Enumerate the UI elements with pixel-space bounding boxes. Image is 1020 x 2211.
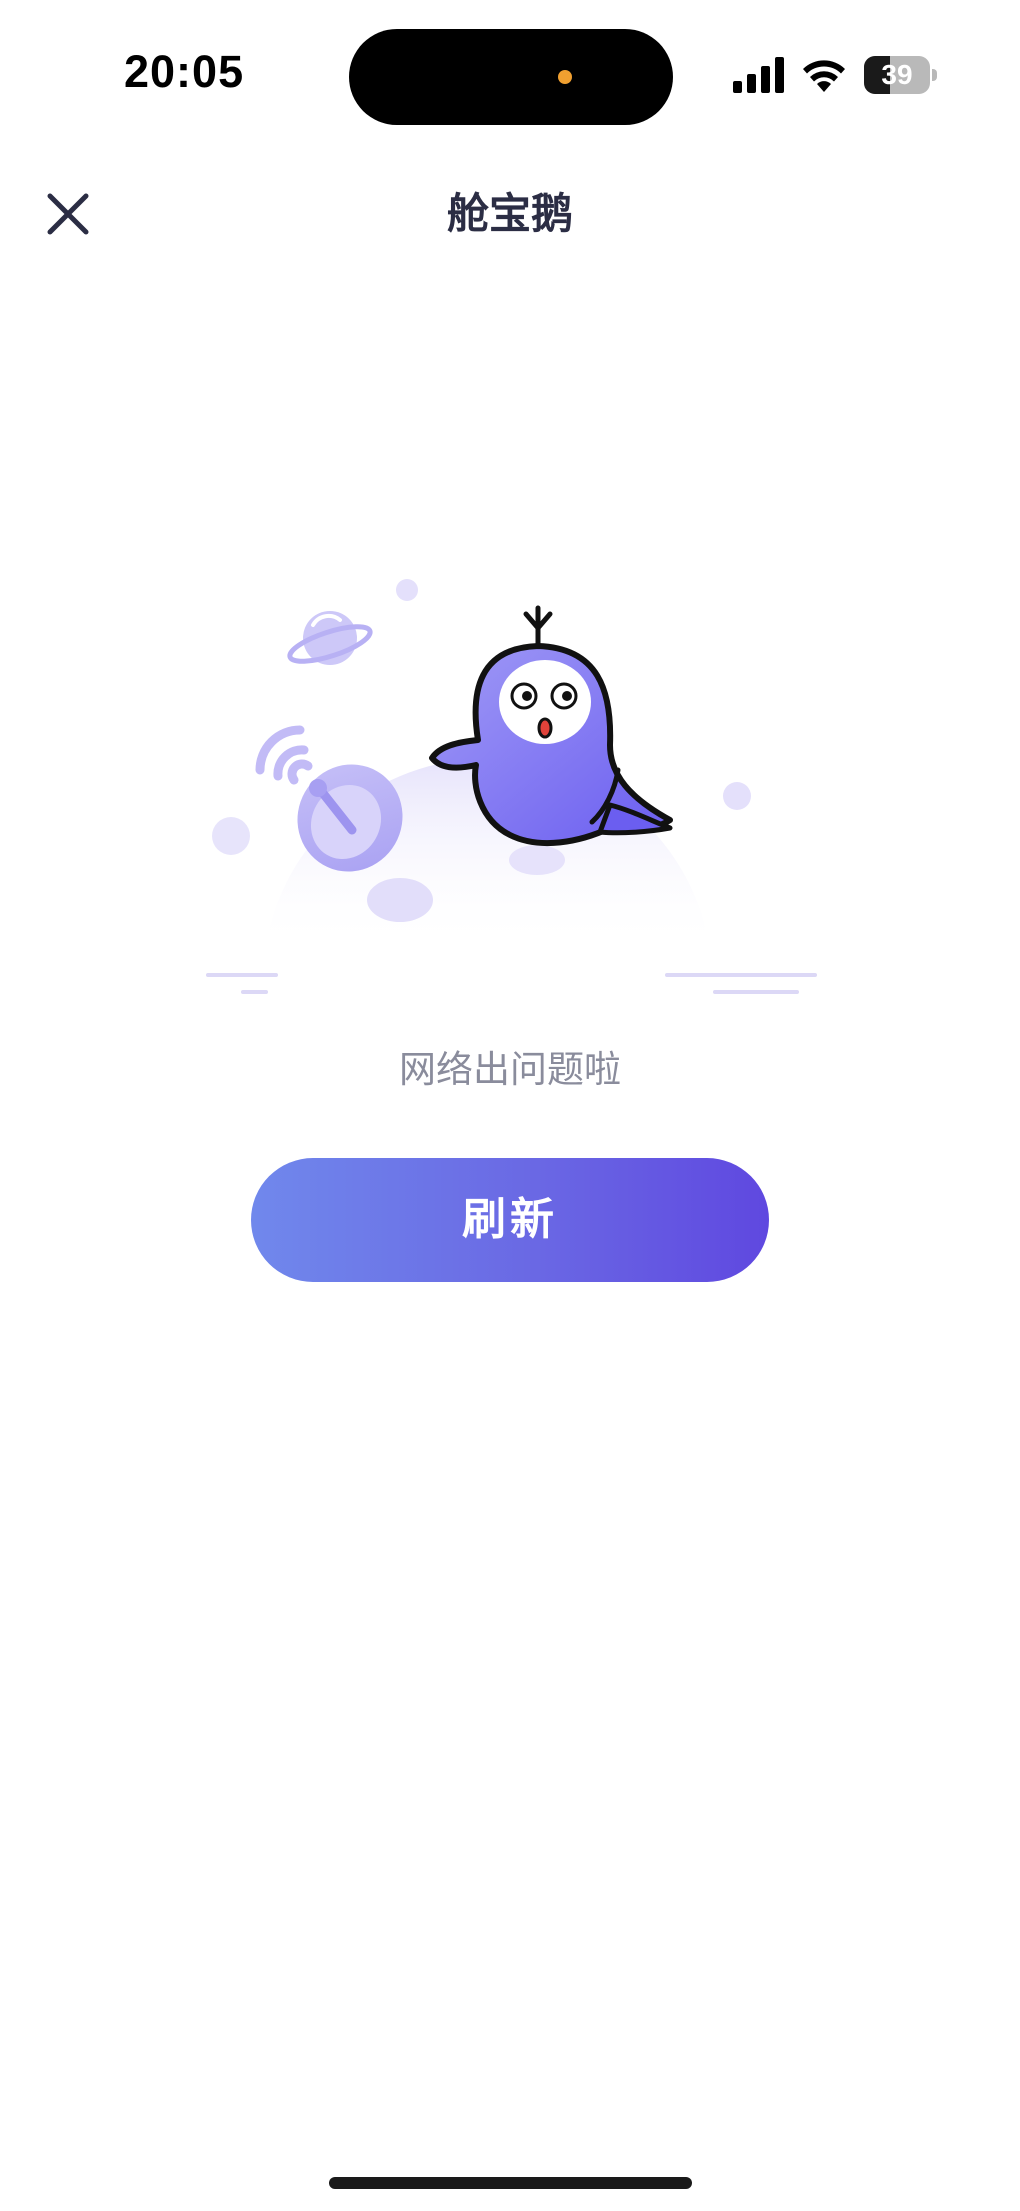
page-title: 舱宝鹅 [446, 189, 573, 238]
navigation-bar: 舱宝鹅 [0, 160, 1020, 260]
battery-icon: 39 [864, 56, 938, 94]
network-error-illustration [206, 579, 817, 994]
floating-dot [723, 782, 751, 810]
dynamic-island [349, 29, 673, 125]
crater [509, 845, 565, 875]
camera-indicator-dot [558, 70, 572, 84]
wifi-icon [803, 60, 845, 92]
floating-dot [212, 817, 250, 855]
refresh-button[interactable]: 刷新 [251, 1158, 769, 1282]
status-time: 20:05 [124, 46, 245, 97]
floating-dot [396, 579, 418, 601]
status-bar: 20:05 39 [0, 0, 1020, 150]
network-error-message: 网络出问题啦 [399, 1048, 621, 1091]
planet-icon [287, 611, 373, 665]
battery-percentage: 39 [881, 59, 913, 90]
battery-cap [932, 69, 937, 81]
home-indicator[interactable] [329, 2177, 692, 2189]
crater [367, 878, 433, 922]
battery-body: 39 [864, 56, 930, 94]
cellular-signal-icon [733, 57, 784, 93]
